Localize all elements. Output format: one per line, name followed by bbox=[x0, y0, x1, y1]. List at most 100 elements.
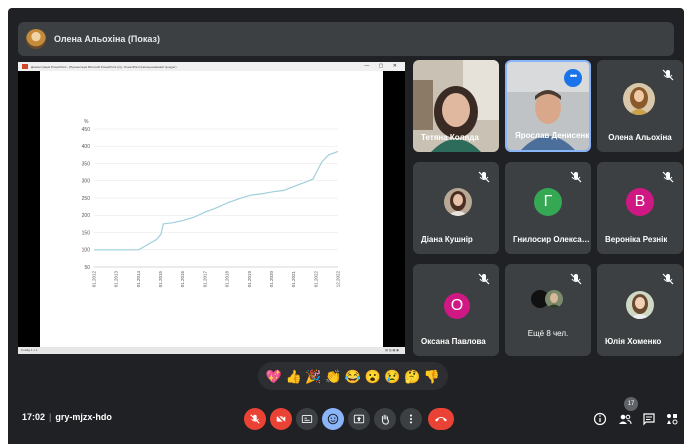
camera-toggle-button[interactable] bbox=[270, 408, 292, 430]
emoji-icon bbox=[327, 413, 339, 425]
activities-icon[interactable] bbox=[665, 412, 679, 426]
y-tick-label: 450 bbox=[82, 127, 91, 133]
y-tick-label: 400 bbox=[82, 144, 91, 150]
mic-off-icon bbox=[662, 171, 674, 183]
y-axis-label: % bbox=[84, 119, 89, 125]
participant-tile[interactable]: Тетяна Коляда bbox=[413, 60, 499, 152]
mic-off-icon bbox=[662, 273, 674, 285]
x-tick-label: 01.2016 bbox=[180, 271, 185, 288]
reaction-thinking-button[interactable]: 🤔 bbox=[404, 370, 420, 383]
end-call-icon bbox=[435, 417, 447, 422]
info-icon[interactable] bbox=[593, 412, 607, 426]
x-tick-label: 01.2013 bbox=[114, 271, 119, 288]
participant-name: Юлія Хоменко bbox=[605, 337, 662, 346]
participant-tile[interactable]: О Оксана Павлова bbox=[413, 264, 499, 356]
participant-avatar: Г bbox=[534, 188, 562, 216]
x-tick-label: 01.2015 bbox=[158, 271, 163, 288]
more-options-button[interactable] bbox=[400, 408, 422, 430]
y-tick-label: 250 bbox=[82, 196, 91, 202]
raise-hand-button[interactable] bbox=[374, 408, 396, 430]
participant-tile[interactable]: В Вероніка Резнік bbox=[597, 162, 683, 254]
reaction-laugh-button[interactable]: 😂 bbox=[345, 370, 361, 383]
x-tick-label: 01.2021 bbox=[291, 271, 296, 288]
participant-tile[interactable]: Г Гнилосир Олексан… bbox=[505, 162, 591, 254]
raise-hand-icon bbox=[381, 414, 389, 425]
reaction-sad-button[interactable]: 😢 bbox=[384, 370, 400, 383]
participant-avatar: О bbox=[444, 293, 470, 319]
slide: % 50 100 150 200 250 300 350 400 450 01.2012 01.201… bbox=[40, 71, 383, 347]
leave-call-button[interactable] bbox=[428, 408, 454, 430]
participant-avatar bbox=[623, 83, 655, 115]
mic-off-icon bbox=[478, 273, 490, 285]
x-tick-label: 12.2022 bbox=[336, 271, 341, 288]
inflation-chart: % 50 100 150 200 250 300 350 400 450 01.2012 01.201… bbox=[82, 119, 341, 288]
captions-icon bbox=[301, 415, 313, 423]
reaction-clap-button[interactable]: 👏 bbox=[325, 370, 341, 383]
bottom-toolbar: 17:02 | gry-mjzx-hdo 17 bbox=[8, 394, 684, 444]
x-tick-label: 01.2012 bbox=[92, 271, 97, 288]
mic-off-icon bbox=[478, 171, 490, 183]
chat-icon[interactable] bbox=[642, 412, 656, 426]
participant-name: Вероніка Резнік bbox=[605, 235, 668, 244]
x-tick-label: 01.2018 bbox=[225, 271, 230, 288]
reaction-thumbs-down-button[interactable]: 👎 bbox=[424, 370, 440, 383]
reaction-heart-button[interactable]: 💖 bbox=[266, 370, 282, 383]
x-tick-label: 01.2022 bbox=[313, 271, 318, 288]
more-options-icon bbox=[409, 414, 413, 424]
participant-avatar bbox=[626, 291, 654, 319]
meeting-details: 17:02 | gry-mjzx-hdo bbox=[22, 412, 112, 422]
people-icon[interactable] bbox=[618, 412, 632, 426]
participant-name: Оксана Павлова bbox=[421, 337, 486, 346]
participant-avatar bbox=[444, 188, 472, 216]
participant-tile[interactable]: Олена Альохіна bbox=[597, 60, 683, 152]
participant-tile[interactable]: Діана Кушнір bbox=[413, 162, 499, 254]
reaction-thumbs-up-button[interactable]: 👍 bbox=[286, 370, 302, 383]
participant-tile-group[interactable]: Ещё 8 чел. bbox=[505, 264, 591, 356]
powerpoint-window-title: Демонстрація PowerPoint - [Презентація M… bbox=[31, 64, 177, 69]
powerpoint-titlebar: Демонстрація PowerPoint - [Презентація M… bbox=[18, 62, 405, 71]
participant-name: Олена Альохіна bbox=[608, 133, 672, 142]
captions-button[interactable] bbox=[296, 408, 318, 430]
y-tick-label: 300 bbox=[82, 179, 91, 185]
meet-window: Олена Альохіна (Показ) Демонстрація Powe… bbox=[8, 8, 684, 444]
reaction-party-button[interactable]: 🎉 bbox=[305, 370, 321, 383]
y-tick-label: 150 bbox=[82, 230, 91, 236]
participant-name: Ещё 8 чел. bbox=[527, 329, 569, 338]
group-avatar-2 bbox=[545, 290, 563, 308]
powerpoint-statusbar: Слайд 1 з 1 ▤ ▥ ▦ ▣ bbox=[18, 347, 405, 354]
participant-avatar: В bbox=[626, 188, 654, 216]
powerpoint-logo-icon bbox=[22, 64, 28, 69]
reaction-surprised-button[interactable]: 😮 bbox=[365, 370, 381, 383]
mic-off-icon bbox=[570, 273, 582, 285]
present-icon bbox=[353, 414, 365, 424]
y-tick-label: 200 bbox=[82, 213, 91, 219]
window-controls: — ▢ ✕ bbox=[364, 63, 401, 69]
participant-name: Гнилосир Олексан… bbox=[513, 235, 591, 244]
y-tick-label: 100 bbox=[82, 248, 91, 254]
mic-off-icon bbox=[250, 414, 260, 424]
presenter-avatar bbox=[26, 29, 46, 49]
mic-off-icon bbox=[570, 171, 582, 183]
participant-name: Тетяна Коляда bbox=[421, 133, 479, 142]
participant-tile[interactable]: Юлія Хоменко bbox=[597, 264, 683, 356]
x-tick-label: 01.2017 bbox=[202, 271, 207, 288]
participant-tile-active[interactable]: ••• Ярослав Денисенко bbox=[505, 60, 591, 152]
x-tick-label: 01.2020 bbox=[269, 271, 274, 288]
send-reaction-button[interactable] bbox=[322, 408, 344, 430]
people-count-badge: 17 bbox=[624, 397, 638, 411]
series-line bbox=[94, 150, 339, 251]
y-tick-label: 350 bbox=[82, 161, 91, 167]
more-options-button[interactable]: ••• bbox=[564, 69, 582, 87]
meeting-code: gry-mjzx-hdo bbox=[55, 412, 112, 422]
present-now-button[interactable] bbox=[348, 408, 370, 430]
shared-screen[interactable]: Демонстрація PowerPoint - [Презентація M… bbox=[18, 62, 405, 354]
y-tick-label: 50 bbox=[84, 265, 90, 271]
mic-toggle-button[interactable] bbox=[244, 408, 266, 430]
participant-name: Ярослав Денисенко bbox=[515, 131, 591, 140]
reactions-bar: 💖 👍 🎉 👏 😂 😮 😢 🤔 👎 bbox=[258, 362, 448, 390]
x-tick-label: 01.2019 bbox=[247, 271, 252, 288]
current-time: 17:02 bbox=[22, 412, 46, 422]
x-tick-label: 01.2014 bbox=[136, 271, 141, 288]
camera-off-icon bbox=[276, 414, 286, 424]
mic-off-icon bbox=[662, 69, 674, 81]
